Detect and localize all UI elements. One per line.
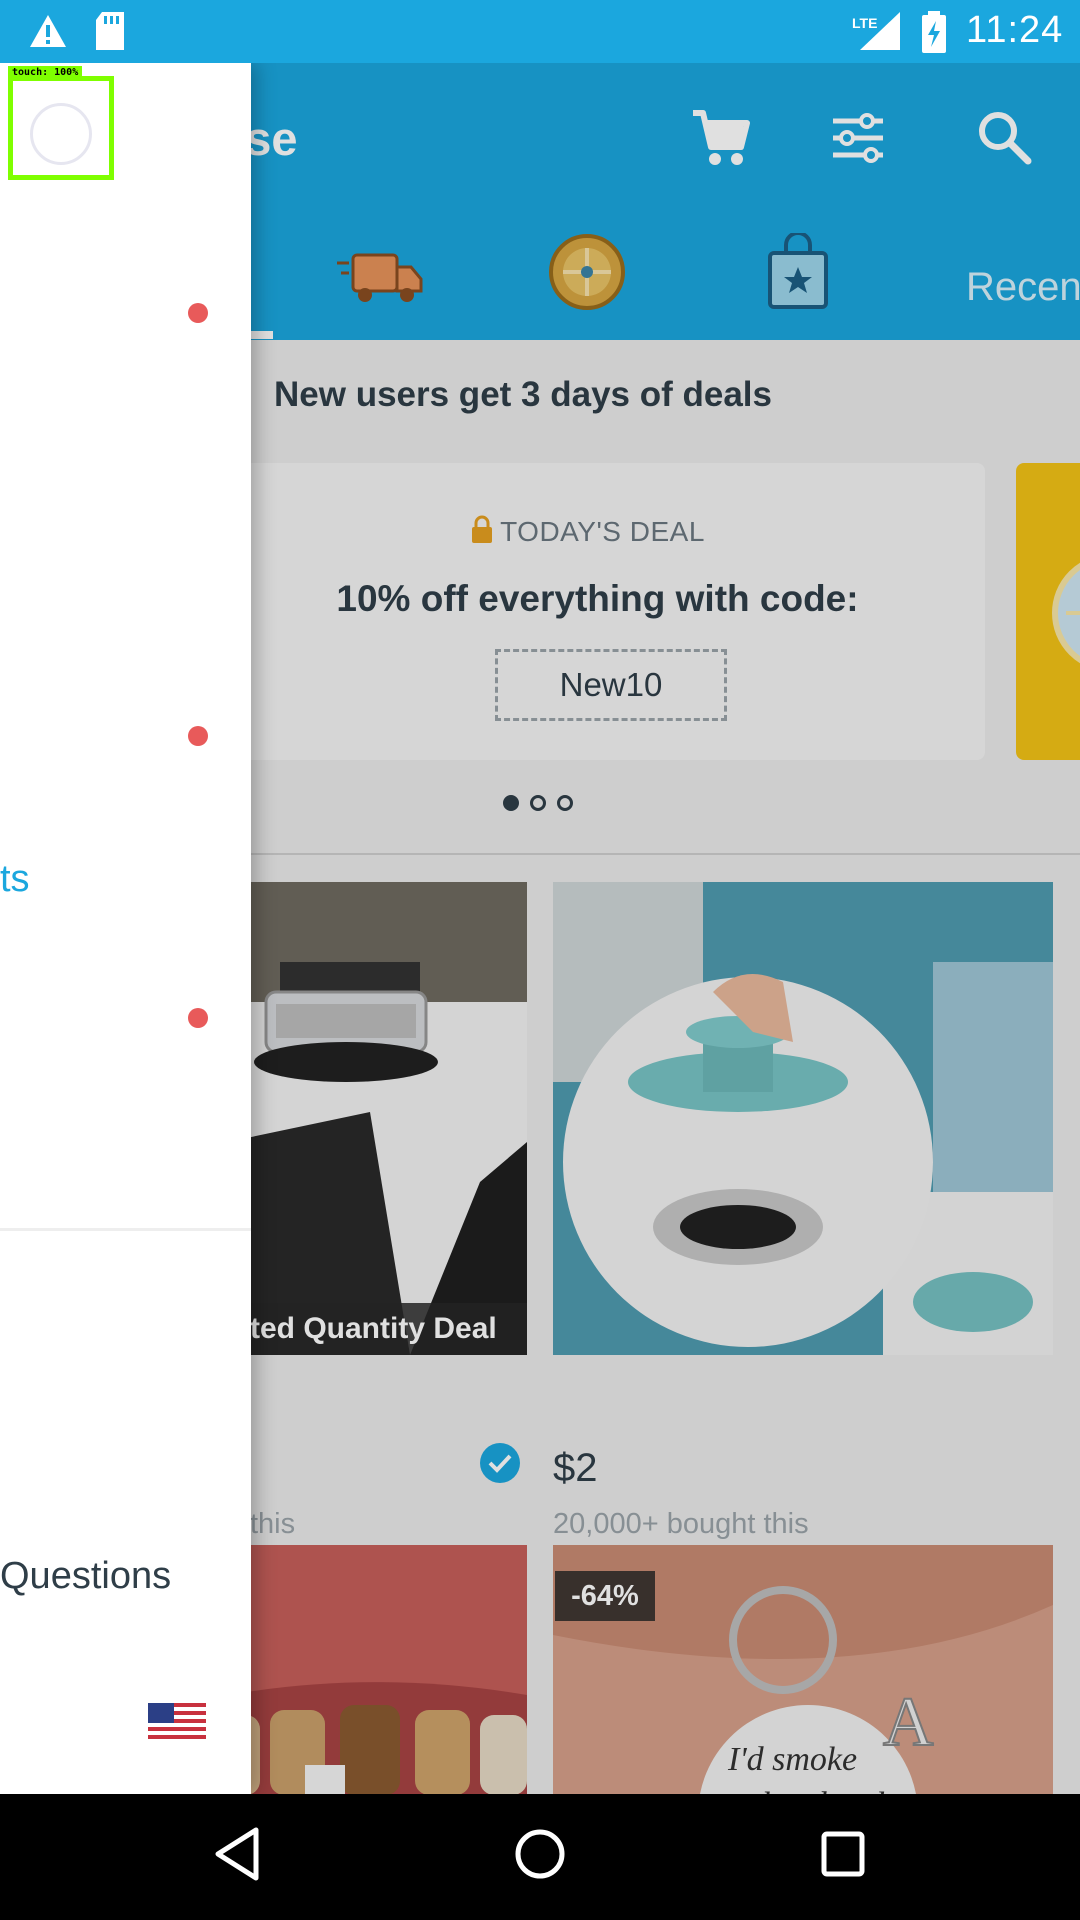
- battery-charging-icon: [922, 11, 946, 53]
- carousel-dot[interactable]: [503, 795, 519, 811]
- deal-label-text: TODAY'S DEAL: [500, 516, 705, 547]
- back-icon[interactable]: [212, 1824, 262, 1884]
- warning-icon: [30, 15, 66, 47]
- price-drain: $2: [553, 1446, 598, 1490]
- carousel-dot[interactable]: [557, 795, 573, 811]
- cart-icon[interactable]: [685, 103, 755, 173]
- system-nav-bar: [0, 1794, 1080, 1920]
- drawer-link[interactable]: ts: [0, 858, 30, 901]
- deal-label: TODAY'S DEAL: [190, 515, 985, 548]
- svg-text:my last bowl: my last bowl: [713, 1786, 885, 1794]
- svg-text:I'd smoke: I'd smoke: [727, 1741, 857, 1778]
- carousel-dot[interactable]: [530, 795, 546, 811]
- product-card-drain[interactable]: [553, 882, 1053, 1355]
- bought-count-light: this: [250, 1508, 296, 1540]
- touch-debug-box: [8, 76, 114, 180]
- section-divider: [205, 853, 1080, 855]
- product-image-drain: [553, 882, 1053, 1355]
- carousel-indicator: [503, 795, 584, 816]
- touch-debug-label: touch: 100%: [8, 66, 83, 79]
- shopping-bag-icon[interactable]: [766, 233, 830, 309]
- wheel-icon[interactable]: [546, 231, 628, 313]
- next-deal-card[interactable]: [1016, 463, 1080, 760]
- drawer-divider: [0, 1228, 251, 1231]
- fast-shipping-icon[interactable]: [335, 245, 425, 309]
- notification-dot: [188, 726, 208, 746]
- notification-dot: [188, 303, 208, 323]
- bought-count-drain: 20,000+ bought this: [553, 1508, 809, 1540]
- search-icon[interactable]: [970, 103, 1040, 173]
- clock-illustration-icon: [1052, 562, 1080, 664]
- home-icon[interactable]: [512, 1824, 568, 1884]
- lock-icon: [472, 515, 493, 543]
- status-bar: LTE 11:24: [0, 0, 1080, 63]
- clock: 11:24: [966, 9, 1064, 51]
- deal-headline: 10% off everything with code:: [336, 578, 859, 619]
- recents-icon[interactable]: [818, 1824, 868, 1884]
- sd-card-icon: [96, 12, 124, 50]
- new-user-banner: New users get 3 days of deals: [274, 375, 772, 414]
- verified-badge-icon: [480, 1443, 520, 1483]
- todays-deal-card[interactable]: TODAY'S DEAL 10% off everything with cod…: [190, 463, 985, 760]
- signal-icon: LTE: [852, 12, 900, 50]
- nav-drawer: ts Questions: [0, 63, 251, 1794]
- notification-dot: [188, 1008, 208, 1028]
- discount-badge: -64%: [555, 1571, 655, 1621]
- promo-code[interactable]: New10: [495, 649, 727, 721]
- filter-icon[interactable]: [823, 103, 893, 173]
- us-flag-icon[interactable]: [148, 1703, 206, 1743]
- svg-text:A: A: [883, 1684, 934, 1761]
- svg-text:LTE: LTE: [852, 15, 877, 31]
- drawer-item-faq[interactable]: Questions: [0, 1555, 171, 1598]
- tab-recent[interactable]: Recen: [966, 265, 1080, 310]
